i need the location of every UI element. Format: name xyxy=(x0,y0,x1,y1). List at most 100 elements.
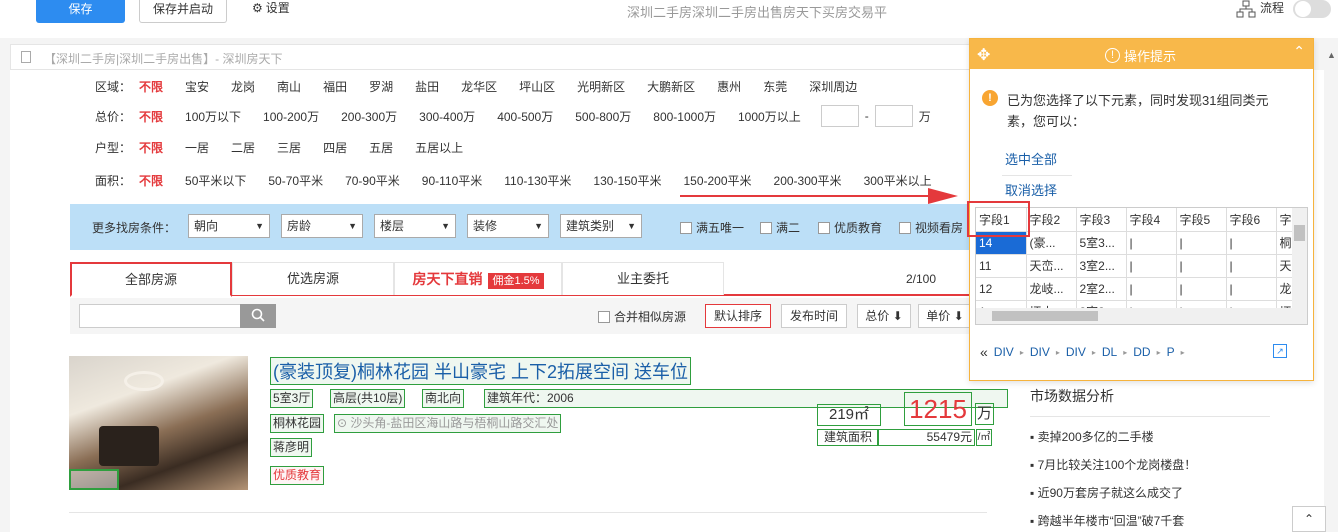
filter-option[interactable]: 200-300万 xyxy=(341,108,397,125)
filter-unlimited[interactable]: 不限 xyxy=(139,108,163,125)
save-and-start-button[interactable]: 保存并启动 xyxy=(139,0,227,23)
listing-community[interactable]: 桐林花园 xyxy=(270,414,325,433)
cancel-select-link[interactable]: 取消选择 xyxy=(1005,180,1057,199)
price-min-input[interactable] xyxy=(820,105,859,127)
grid-cell[interactable]: 3室2... xyxy=(1076,254,1127,278)
grid-cell[interactable]: | xyxy=(1176,254,1227,278)
filter-option[interactable]: 深圳周边 xyxy=(809,78,857,95)
grid-cell[interactable]: | xyxy=(1226,277,1277,301)
market-news-item[interactable]: ▪ 卖掉200多亿的二手楼 xyxy=(1030,428,1154,445)
flow-toggle[interactable] xyxy=(1293,0,1331,18)
filter-option[interactable]: 一居 xyxy=(185,139,209,156)
listing-agent[interactable]: 蒋彦明 xyxy=(270,438,313,457)
path-node[interactable]: DIV xyxy=(1066,345,1086,359)
market-news-item[interactable]: ▪ 7月比较关注100个龙岗楼盘！ xyxy=(1030,456,1196,473)
filter-option[interactable]: 五居以上 xyxy=(415,139,463,156)
grid-header[interactable]: 字段4 xyxy=(1126,208,1177,232)
back-to-top-button[interactable]: ⌃ xyxy=(1292,506,1326,532)
sort-unit-button[interactable]: 单价 ⬇ xyxy=(918,304,972,328)
grid-cell[interactable]: | xyxy=(1126,231,1177,255)
decoration-select[interactable]: 装修 xyxy=(467,214,549,238)
filter-option[interactable]: 400-500万 xyxy=(497,108,553,125)
path-node[interactable]: DD xyxy=(1133,345,1150,359)
move-icon[interactable]: ✥ xyxy=(977,45,990,65)
filter-option[interactable]: 光明新区 xyxy=(577,78,625,95)
checkbox[interactable] xyxy=(680,221,692,234)
filter-option[interactable]: 龙华区 xyxy=(461,78,497,95)
photo-count-badge[interactable] xyxy=(69,469,119,490)
filter-option[interactable]: 五居 xyxy=(369,139,393,156)
grid-cell[interactable]: | xyxy=(1126,277,1177,301)
grid-header[interactable]: 字段3 xyxy=(1076,208,1127,232)
tab-direct[interactable]: 房天下直销 佣金1.5% xyxy=(394,262,562,295)
filter-unlimited[interactable]: 不限 xyxy=(139,78,163,95)
grid-header[interactable]: 字段6 xyxy=(1226,208,1277,232)
filter-option[interactable]: 500-800万 xyxy=(575,108,631,125)
filter-option[interactable]: 90-110平米 xyxy=(422,172,482,189)
grid-cell[interactable]: 11 xyxy=(976,254,1027,278)
scroll-up-icon[interactable]: ▲ xyxy=(1327,50,1336,60)
merge-similar[interactable]: 合并相似房源 xyxy=(598,308,686,325)
market-news-item[interactable]: ▪ 近90万套房子就这么成交了 xyxy=(1030,484,1183,501)
grid-cell[interactable]: | xyxy=(1226,254,1277,278)
filter-option[interactable]: 110-130平米 xyxy=(504,172,571,189)
filter-option[interactable]: 四居 xyxy=(323,139,347,156)
filter-option[interactable]: 100-200万 xyxy=(263,108,319,125)
tab-all[interactable]: 全部房源 xyxy=(70,262,232,297)
grid-cell[interactable]: | xyxy=(1126,254,1177,278)
filter-option[interactable]: 二居 xyxy=(231,139,255,156)
grid-cell[interactable]: 2室2... xyxy=(1076,277,1127,301)
age-select[interactable]: 房龄 xyxy=(281,214,363,238)
sort-total-button[interactable]: 总价 ⬇ xyxy=(857,304,911,328)
orientation-select[interactable]: 朝向 xyxy=(188,214,270,238)
filter-option[interactable]: 惠州 xyxy=(717,78,741,95)
filter-option[interactable]: 东莞 xyxy=(763,78,787,95)
search-input[interactable] xyxy=(79,304,241,328)
filter-option[interactable]: 坪山区 xyxy=(519,78,555,95)
filter-option[interactable]: 大鹏新区 xyxy=(647,78,695,95)
path-node[interactable]: DIV xyxy=(1030,345,1050,359)
grid-header[interactable]: 字段5 xyxy=(1176,208,1227,232)
scroll-thumb[interactable] xyxy=(992,311,1098,321)
collapse-icon[interactable]: ⌃ xyxy=(1293,43,1305,60)
grid-cell[interactable]: | xyxy=(1176,277,1227,301)
filter-option[interactable]: 100万以下 xyxy=(185,108,241,125)
filter-option[interactable]: 龙岗 xyxy=(231,78,255,95)
filter-option[interactable]: 南山 xyxy=(277,78,301,95)
search-button[interactable] xyxy=(240,304,276,328)
grid-header[interactable]: 字段2 xyxy=(1026,208,1077,232)
path-node[interactable]: DL xyxy=(1102,345,1117,359)
checkbox[interactable] xyxy=(899,221,911,234)
building-type-select[interactable]: 建筑类别 xyxy=(560,214,642,238)
check-video[interactable]: 视频看房 xyxy=(899,219,963,236)
path-node[interactable]: P xyxy=(1167,345,1175,359)
market-news-item[interactable]: ▪ 跨越半年楼市“回温”破7千套 xyxy=(1030,512,1184,529)
page-scrollbar[interactable]: ▲ xyxy=(1324,38,1338,532)
filter-option[interactable]: 300-400万 xyxy=(419,108,475,125)
scroll-thumb[interactable] xyxy=(1294,225,1305,241)
grid-horizontal-scrollbar[interactable] xyxy=(976,308,1307,324)
settings-button[interactable]: ⚙ 设置 xyxy=(252,0,290,20)
check-education[interactable]: 优质教育 xyxy=(818,219,882,236)
filter-option[interactable]: 130-150平米 xyxy=(593,172,661,189)
filter-option[interactable]: 罗湖 xyxy=(369,78,393,95)
checkbox[interactable] xyxy=(598,310,610,323)
filter-option[interactable]: 70-90平米 xyxy=(345,172,400,189)
filter-option[interactable]: 50-70平米 xyxy=(268,172,323,189)
price-max-input[interactable] xyxy=(874,105,913,127)
grid-cell[interactable]: 5室3... xyxy=(1076,231,1127,255)
filter-option[interactable]: 宝安 xyxy=(185,78,209,95)
double-chevron-left-icon[interactable]: « xyxy=(980,344,988,360)
sort-time-button[interactable]: 发布时间 xyxy=(781,304,847,328)
filter-option[interactable]: 1000万以上 xyxy=(738,108,801,125)
grid-cell[interactable]: 龙岐... xyxy=(1026,277,1077,301)
tab-preferred[interactable]: 优选房源 xyxy=(232,262,394,295)
select-all-link[interactable]: 选中全部 xyxy=(1005,149,1057,168)
filter-option[interactable]: 50平米以下 xyxy=(185,172,246,189)
grid-cell[interactable]: | xyxy=(1176,231,1227,255)
flow-button[interactable]: 流程 xyxy=(1236,0,1284,18)
grid-cell[interactable]: (豪... xyxy=(1026,231,1077,255)
checkbox[interactable] xyxy=(760,221,772,234)
filter-unlimited[interactable]: 不限 xyxy=(139,172,163,189)
filter-option[interactable]: 800-1000万 xyxy=(653,108,716,125)
